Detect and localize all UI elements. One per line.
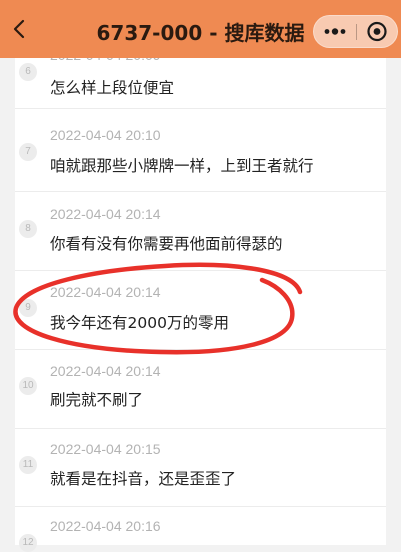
message-timestamp: 2022-04-04 20:16 [50, 518, 161, 534]
message-timestamp: 2022-04-04 20:14 [50, 206, 161, 222]
header-bar: 6737-000 - 搜库数据 [0, 0, 401, 58]
message-timestamp: 2022-04-04 20:10 [50, 127, 161, 143]
list-item: 2022-04-04 20:15 11 就看是在抖音，还是歪歪了 [15, 429, 386, 506]
list-item: 2022-04-04 20:14 8 你看有没有你需要再他面前得瑟的 [15, 192, 386, 270]
message-timestamp: 2022-04-04 20:14 [50, 284, 161, 300]
message-text: 就看是在抖音，还是歪歪了 [50, 470, 237, 488]
list-item: 2022-04-04 20:14 10 刷完就不刷了 [15, 350, 386, 428]
mini-program-capsule [313, 15, 398, 48]
message-index-badge: 6 [19, 63, 37, 81]
message-index-badge: 7 [19, 143, 37, 161]
more-button[interactable] [314, 16, 356, 47]
message-index-badge: 9 [19, 299, 37, 317]
message-index-badge: 10 [19, 377, 37, 395]
list-item: 2022-04-04 20:10 7 咱就跟那些小牌牌一样，上到王者就行 [15, 109, 386, 191]
message-text: 我今年还有2000万的零用 [50, 314, 229, 332]
message-index-badge: 12 [19, 534, 37, 552]
message-timestamp: 2022-04-04 20:14 [50, 363, 161, 379]
message-text: 刷完就不刷了 [50, 391, 144, 409]
list-item: 2022-04-04 20:16 12 [15, 507, 386, 552]
message-text: 你看有没有你需要再他面前得瑟的 [50, 235, 283, 253]
message-index-badge: 11 [19, 456, 37, 474]
close-button[interactable] [357, 16, 398, 47]
message-timestamp: 2022-04-04 20:15 [50, 441, 161, 457]
target-close-icon [367, 21, 387, 42]
message-text: 咱就跟那些小牌牌一样，上到王者就行 [50, 157, 314, 175]
list-item: 2022-04-04 20:14 9 我今年还有2000万的零用 [15, 271, 386, 349]
message-index-badge: 8 [19, 220, 37, 238]
message-text: 怎么样上段位便宜 [50, 79, 175, 97]
message-list: 2022-04-04 20:09 6 怎么样上段位便宜 2022-04-04 2… [15, 0, 386, 552]
more-dots-icon [324, 28, 346, 35]
